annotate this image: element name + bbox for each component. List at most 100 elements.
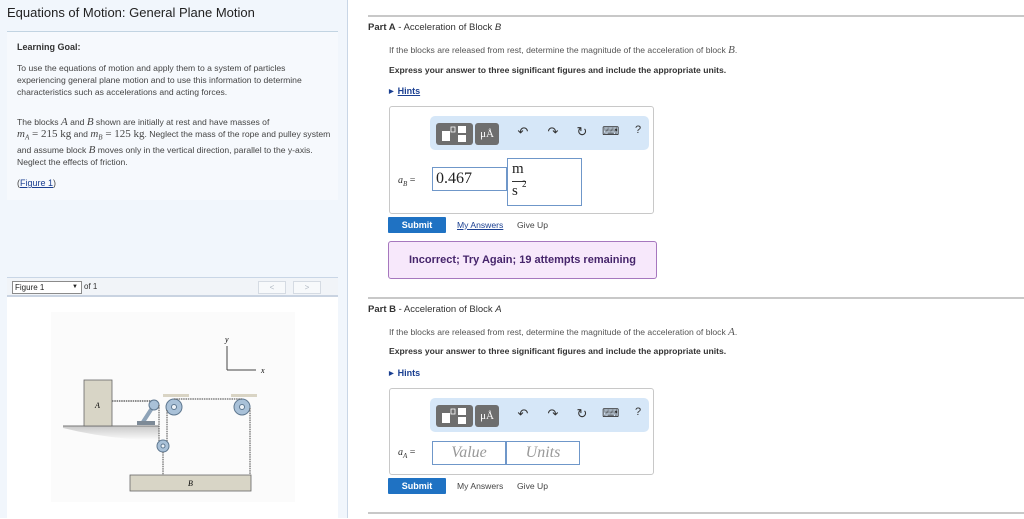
sep: - — [395, 22, 404, 33]
ground-shadow — [63, 426, 159, 440]
ceiling-mount — [231, 394, 257, 397]
eq: = — [407, 175, 416, 186]
templates-button[interactable] — [436, 405, 473, 427]
learning-goal-box: Learning Goal: To use the equations of m… — [7, 31, 338, 200]
undo-icon[interactable]: ↶ — [515, 406, 531, 422]
help-icon[interactable]: ? — [630, 406, 646, 418]
var-a: A — [60, 116, 68, 128]
part-b-hints-link[interactable]: ▶ Hints — [389, 368, 420, 378]
right-panel: Part A - Acceleration of Block B If the … — [348, 0, 1024, 518]
eq: = — [407, 447, 416, 458]
templates-button[interactable] — [436, 123, 473, 145]
part-b-value-input[interactable]: Value — [432, 441, 506, 465]
part-b-units-input[interactable]: Units — [506, 441, 580, 465]
block-b-label: B — [188, 479, 193, 488]
part-a-units-input[interactable]: m s 2 — [507, 158, 582, 206]
figure-toolbar: Figure 1 ▼ of 1 < > — [7, 278, 338, 297]
divider — [368, 297, 1024, 299]
dropdown-arrow-icon: ▼ — [72, 284, 78, 290]
text: shown are initially at rest and have mas… — [93, 117, 270, 127]
part-title-var: B — [494, 22, 502, 33]
figure-link-line: (Figure 1) — [17, 178, 56, 188]
help-icon[interactable]: ? — [630, 124, 646, 136]
part-a-instruction: Express your answer to three significant… — [389, 65, 727, 75]
part-a-answer-box: μÅ ↶ ↷ ↻ ⌨ ? aB = 0.467 m s 2 — [389, 106, 654, 214]
math-toolbar: μÅ ↶ ↷ ↻ ⌨ ? — [430, 116, 649, 150]
part-a-my-answers-link[interactable]: My Answers — [457, 220, 503, 230]
block-a-label: A — [94, 401, 100, 410]
answer-label: aA = — [398, 447, 415, 460]
divider — [368, 512, 1024, 514]
hints-label: Hints — [397, 368, 421, 378]
sep: - — [395, 304, 404, 315]
assignment-title: Equations of Motion: General Plane Motio… — [7, 5, 255, 20]
part-label: Part B — [368, 304, 396, 315]
figure-link[interactable]: Figure 1 — [20, 178, 53, 188]
paren: ) — [53, 178, 57, 188]
redo-icon[interactable]: ↷ — [545, 124, 561, 140]
part-title-text: Acceleration of Block — [403, 304, 496, 315]
problem-statement: The blocks A and B shown are initially a… — [17, 116, 335, 168]
text: and — [67, 117, 87, 127]
question-var: B — [728, 44, 735, 56]
units-denominator: s — [512, 183, 518, 199]
figure-count: of 1 — [84, 282, 98, 291]
part-b-question: If the blocks are released from rest, de… — [389, 326, 737, 338]
y-axis-label: y — [224, 335, 229, 344]
question-text: If the blocks are released from rest, de… — [389, 45, 729, 55]
part-b-submit-button[interactable]: Submit — [388, 478, 446, 494]
var-b: B — [86, 116, 94, 128]
pulley-small — [148, 399, 160, 411]
question-var: A — [728, 326, 735, 338]
part-a-question: If the blocks are released from rest, de… — [389, 44, 737, 56]
fraction-template-icon — [442, 126, 466, 142]
x-axis-label: x — [260, 366, 265, 375]
ceiling-mount — [163, 394, 189, 397]
learning-goal-text: To use the equations of motion and apply… — [17, 63, 302, 97]
part-a-submit-button[interactable]: Submit — [388, 217, 446, 233]
redo-icon[interactable]: ↷ — [545, 406, 561, 422]
part-label: Part A — [368, 22, 396, 33]
part-b-my-answers-link[interactable]: My Answers — [457, 481, 503, 491]
reset-icon[interactable]: ↻ — [574, 124, 590, 140]
figure-panel: Figure 1 ▼ of 1 < > y x A B — [7, 277, 338, 519]
part-a-feedback: Incorrect; Try Again; 19 attempts remain… — [388, 241, 657, 279]
text: and — [71, 129, 91, 139]
mass-a-symbol: m — [17, 128, 25, 140]
figure-select[interactable]: Figure 1 ▼ — [12, 281, 82, 294]
units-button[interactable]: μÅ — [475, 405, 499, 427]
undo-icon[interactable]: ↶ — [515, 124, 531, 140]
learning-goal-heading: Learning Goal: — [17, 42, 81, 52]
question-text: If the blocks are released from rest, de… — [389, 327, 729, 337]
next-figure-button[interactable]: > — [293, 281, 321, 294]
pulley-hub — [239, 404, 245, 410]
part-a-hints-link[interactable]: ▶ Hints — [389, 86, 420, 96]
units-button[interactable]: μÅ — [475, 123, 499, 145]
answer-label: aB = — [398, 175, 415, 188]
reset-icon[interactable]: ↻ — [574, 406, 590, 422]
part-a-value-input[interactable]: 0.467 — [432, 167, 507, 191]
pulley-hub — [160, 443, 166, 449]
figure-select-value: Figure 1 — [15, 283, 45, 292]
question-end: . — [734, 45, 738, 55]
left-panel: Equations of Motion: General Plane Motio… — [0, 0, 348, 519]
part-title-text: Acceleration of Block — [403, 22, 495, 33]
math-toolbar: μÅ ↶ ↷ ↻ ⌨ ? — [430, 398, 649, 432]
part-b-answer-box: μÅ ↶ ↷ ↻ ⌨ ? aA = Value Units — [389, 388, 654, 475]
divider — [368, 15, 1024, 17]
part-a-give-up-link[interactable]: Give Up — [517, 220, 548, 230]
text: The blocks — [17, 117, 61, 127]
pulley-diagram: y x A B — [63, 335, 265, 492]
keyboard-icon[interactable]: ⌨ — [602, 124, 619, 138]
part-a-title: Part A - Acceleration of Block B — [368, 22, 501, 33]
bracket-base — [137, 421, 155, 425]
keyboard-icon[interactable]: ⌨ — [602, 406, 619, 420]
pulley-hub — [171, 404, 177, 410]
prev-figure-button[interactable]: < — [258, 281, 286, 294]
part-b-title: Part B - Acceleration of Block A — [368, 304, 502, 315]
part-b-give-up-link[interactable]: Give Up — [517, 481, 548, 491]
mass-a-value: = 215 kg — [29, 128, 72, 140]
units-exponent: 2 — [522, 179, 527, 189]
expand-triangle-icon: ▶ — [389, 89, 394, 95]
mass-b-value: = 125 kg — [102, 128, 145, 140]
